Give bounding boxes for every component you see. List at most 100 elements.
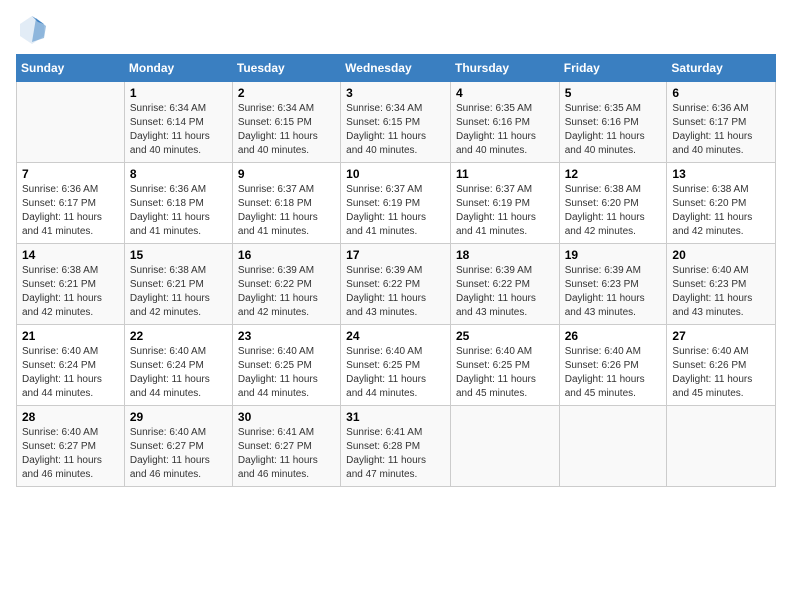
header-day-saturday: Saturday [667,55,776,82]
day-number: 25 [456,329,554,343]
day-info: Sunrise: 6:39 AMSunset: 6:22 PMDaylight:… [238,265,318,318]
day-number: 1 [130,86,227,100]
header-day-wednesday: Wednesday [341,55,451,82]
day-cell: 19 Sunrise: 6:39 AMSunset: 6:23 PMDayligh… [559,244,667,325]
day-cell [667,406,776,487]
week-row-4: 21 Sunrise: 6:40 AMSunset: 6:24 PMDayligh… [17,325,776,406]
day-info: Sunrise: 6:39 AMSunset: 6:22 PMDaylight:… [346,265,426,318]
day-cell: 14Sunrise: 6:38 AMSunset: 6:21 PMDayligh… [17,244,125,325]
day-number: 26 [565,329,662,343]
day-number: 20 [672,248,770,262]
day-info: Sunrise: 6:35 AMSunset: 6:16 PMDaylight:… [456,103,536,156]
day-number: 16 [238,248,335,262]
day-info: Sunrise: 6:34 AMSunset: 6:15 PMDaylight:… [346,103,426,156]
calendar-table: SundayMondayTuesdayWednesdayThursdayFrid… [16,54,776,487]
day-number: 10 [346,167,445,181]
day-cell: 5 Sunrise: 6:35 AMSunset: 6:16 PMDaylight… [559,82,667,163]
day-number: 18 [456,248,554,262]
header-day-sunday: Sunday [17,55,125,82]
day-cell: 3 Sunrise: 6:34 AMSunset: 6:15 PMDaylight… [341,82,451,163]
day-number: 17 [346,248,445,262]
day-number: 12 [565,167,662,181]
day-info: Sunrise: 6:40 AMSunset: 6:24 PMDaylight:… [22,346,102,399]
day-info: Sunrise: 6:36 AMSunset: 6:18 PMDaylight:… [130,184,210,237]
day-info: Sunrise: 6:38 AMSunset: 6:20 PMDaylight:… [565,184,645,237]
day-info: Sunrise: 6:38 AMSunset: 6:20 PMDaylight:… [672,184,752,237]
day-cell: 15Sunrise: 6:38 AMSunset: 6:21 PMDayligh… [124,244,232,325]
logo [16,14,52,46]
day-cell: 20 Sunrise: 6:40 AMSunset: 6:23 PMDayligh… [667,244,776,325]
day-cell: 31 Sunrise: 6:41 AMSunset: 6:28 PMDayligh… [341,406,451,487]
week-row-5: 28 Sunrise: 6:40 AMSunset: 6:27 PMDayligh… [17,406,776,487]
day-cell: 9 Sunrise: 6:37 AMSunset: 6:18 PMDaylight… [232,163,340,244]
day-info: Sunrise: 6:41 AMSunset: 6:28 PMDaylight:… [346,427,426,480]
day-cell: 12 Sunrise: 6:38 AMSunset: 6:20 PMDayligh… [559,163,667,244]
day-number: 7 [22,167,119,181]
day-info: Sunrise: 6:40 AMSunset: 6:24 PMDaylight:… [130,346,210,399]
day-info: Sunrise: 6:38 AMSunset: 6:21 PMDaylight:… [130,265,210,318]
day-number: 3 [346,86,445,100]
day-info: Sunrise: 6:40 AMSunset: 6:25 PMDaylight:… [238,346,318,399]
page: SundayMondayTuesdayWednesdayThursdayFrid… [0,0,792,612]
day-info: Sunrise: 6:40 AMSunset: 6:26 PMDaylight:… [672,346,752,399]
day-number: 31 [346,410,445,424]
day-info: Sunrise: 6:35 AMSunset: 6:16 PMDaylight:… [565,103,645,156]
day-info: Sunrise: 6:40 AMSunset: 6:25 PMDaylight:… [456,346,536,399]
week-row-3: 14Sunrise: 6:38 AMSunset: 6:21 PMDayligh… [17,244,776,325]
day-number: 5 [565,86,662,100]
day-cell: 28Sunrise: 6:40 AMSunset: 6:27 PMDayligh… [17,406,125,487]
day-cell: 30 Sunrise: 6:41 AMSunset: 6:27 PMDayligh… [232,406,340,487]
day-number: 13 [672,167,770,181]
day-number: 23 [238,329,335,343]
logo-icon [16,14,48,46]
day-info: Sunrise: 6:39 AMSunset: 6:22 PMDaylight:… [456,265,536,318]
day-cell: 29 Sunrise: 6:40 AMSunset: 6:27 PMDayligh… [124,406,232,487]
day-cell: 16 Sunrise: 6:39 AMSunset: 6:22 PMDayligh… [232,244,340,325]
day-info: Sunrise: 6:40 AMSunset: 6:26 PMDaylight:… [565,346,645,399]
day-number: 11 [456,167,554,181]
day-info: Sunrise: 6:37 AMSunset: 6:18 PMDaylight:… [238,184,318,237]
day-number: 22 [130,329,227,343]
day-number: 4 [456,86,554,100]
day-cell: 17 Sunrise: 6:39 AMSunset: 6:22 PMDayligh… [341,244,451,325]
week-row-1: 1 Sunrise: 6:34 AMSunset: 6:14 PMDaylight… [17,82,776,163]
day-number: 24 [346,329,445,343]
day-info: Sunrise: 6:37 AMSunset: 6:19 PMDaylight:… [456,184,536,237]
day-cell: 2 Sunrise: 6:34 AMSunset: 6:15 PMDaylight… [232,82,340,163]
day-number: 30 [238,410,335,424]
day-number: 2 [238,86,335,100]
day-info: Sunrise: 6:40 AMSunset: 6:23 PMDaylight:… [672,265,752,318]
day-cell: 4 Sunrise: 6:35 AMSunset: 6:16 PMDaylight… [450,82,559,163]
header [16,10,776,46]
day-number: 27 [672,329,770,343]
day-cell: 11 Sunrise: 6:37 AMSunset: 6:19 PMDayligh… [450,163,559,244]
day-number: 28 [22,410,119,424]
header-day-thursday: Thursday [450,55,559,82]
day-info: Sunrise: 6:39 AMSunset: 6:23 PMDaylight:… [565,265,645,318]
day-cell: 7Sunrise: 6:36 AMSunset: 6:17 PMDaylight… [17,163,125,244]
day-cell: 10Sunrise: 6:37 AMSunset: 6:19 PMDayligh… [341,163,451,244]
day-cell: 22 Sunrise: 6:40 AMSunset: 6:24 PMDayligh… [124,325,232,406]
day-cell: 25 Sunrise: 6:40 AMSunset: 6:25 PMDayligh… [450,325,559,406]
day-info: Sunrise: 6:41 AMSunset: 6:27 PMDaylight:… [238,427,318,480]
day-info: Sunrise: 6:38 AMSunset: 6:21 PMDaylight:… [22,265,102,318]
day-cell: 1 Sunrise: 6:34 AMSunset: 6:14 PMDaylight… [124,82,232,163]
day-cell [17,82,125,163]
day-number: 29 [130,410,227,424]
week-row-2: 7Sunrise: 6:36 AMSunset: 6:17 PMDaylight… [17,163,776,244]
header-day-tuesday: Tuesday [232,55,340,82]
day-info: Sunrise: 6:34 AMSunset: 6:14 PMDaylight:… [130,103,210,156]
day-cell: 21 Sunrise: 6:40 AMSunset: 6:24 PMDayligh… [17,325,125,406]
day-number: 19 [565,248,662,262]
day-info: Sunrise: 6:34 AMSunset: 6:15 PMDaylight:… [238,103,318,156]
day-number: 21 [22,329,119,343]
day-cell: 8Sunrise: 6:36 AMSunset: 6:18 PMDaylight… [124,163,232,244]
day-cell: 6Sunrise: 6:36 AMSunset: 6:17 PMDaylight… [667,82,776,163]
day-cell [450,406,559,487]
day-cell: 13 Sunrise: 6:38 AMSunset: 6:20 PMDayligh… [667,163,776,244]
header-day-monday: Monday [124,55,232,82]
day-cell: 24Sunrise: 6:40 AMSunset: 6:25 PMDayligh… [341,325,451,406]
day-number: 9 [238,167,335,181]
day-cell: 26 Sunrise: 6:40 AMSunset: 6:26 PMDayligh… [559,325,667,406]
day-info: Sunrise: 6:40 AMSunset: 6:27 PMDaylight:… [130,427,210,480]
